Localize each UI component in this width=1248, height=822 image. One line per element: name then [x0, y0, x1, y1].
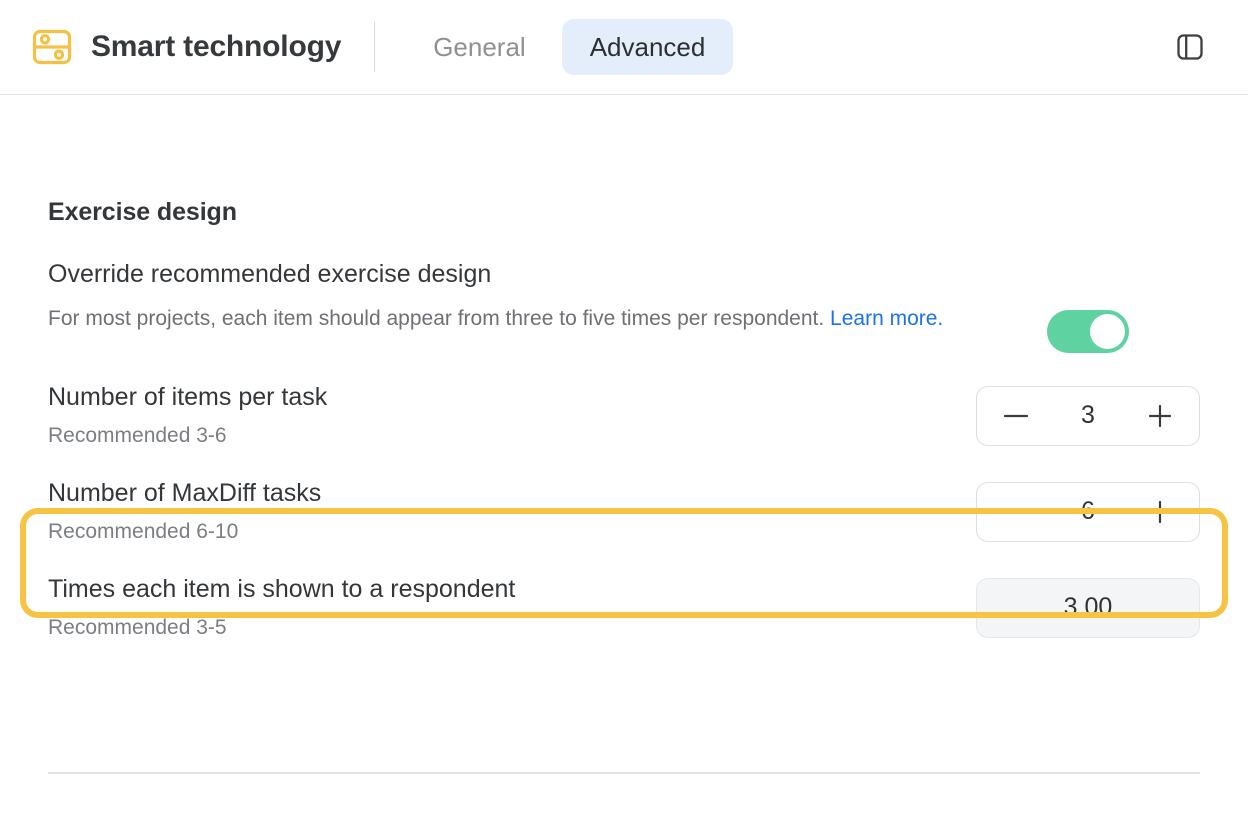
- setting-row-items-per-task: Number of items per task Recommended 3-6…: [48, 353, 1200, 449]
- items-per-task-value: 3: [1081, 401, 1095, 429]
- app-title: Smart technology: [91, 30, 342, 63]
- learn-more-link[interactable]: Learn more.: [830, 307, 943, 330]
- setting-row-times-shown: Times each item is shown to a respondent…: [48, 545, 1200, 641]
- settings-content: Exercise design Override recommended exe…: [0, 95, 1248, 641]
- sidebar-panel-icon[interactable]: [1168, 25, 1212, 69]
- tab-advanced[interactable]: Advanced: [561, 18, 734, 76]
- items-per-task-stepper: 3: [976, 385, 1200, 446]
- toggle-knob: [1090, 314, 1125, 349]
- app-window: Smart technology General Advanced Exerci…: [0, 0, 1248, 822]
- setting-title: Times each item is shown to a respondent: [48, 575, 516, 604]
- brand: Smart technology: [30, 25, 341, 69]
- plus-icon[interactable]: [1143, 495, 1177, 529]
- override-row: Override recommended exercise design For…: [48, 227, 1200, 353]
- header-divider: [374, 22, 376, 72]
- setting-text-block: Number of MaxDiff tasks Recommended 6-10: [48, 478, 976, 545]
- override-toggle-switch[interactable]: [1047, 310, 1129, 353]
- minus-icon[interactable]: [999, 495, 1033, 529]
- setting-control: 6: [976, 481, 1200, 542]
- maxdiff-tasks-stepper: 6: [976, 481, 1200, 542]
- setting-row-maxdiff-tasks: Number of MaxDiff tasks Recommended 6-10…: [48, 449, 1200, 545]
- minus-icon[interactable]: [999, 399, 1033, 433]
- server-rack-icon: [30, 25, 74, 69]
- bottom-divider: [48, 772, 1200, 774]
- setting-title: Number of MaxDiff tasks: [48, 479, 322, 508]
- page-title: Exercise design: [48, 198, 237, 226]
- setting-control: 3.00: [976, 577, 1200, 638]
- setting-text-block: Times each item is shown to a respondent…: [48, 574, 976, 641]
- times-shown-value: 3.00: [976, 577, 1200, 638]
- setting-text-block: Number of items per task Recommended 3-6: [48, 382, 976, 449]
- override-label: Override recommended exercise design: [48, 260, 492, 288]
- setting-subtitle: Recommended 3-6: [48, 423, 227, 447]
- override-description: For most projects, each item should appe…: [48, 303, 976, 335]
- setting-subtitle: Recommended 3-5: [48, 615, 227, 639]
- override-control: [976, 258, 1200, 353]
- override-description-text: For most projects, each item should appe…: [48, 307, 831, 330]
- plus-icon[interactable]: [1143, 399, 1177, 433]
- setting-control: 3: [976, 385, 1200, 446]
- tab-bar: General Advanced: [405, 18, 734, 76]
- maxdiff-tasks-value: 6: [1081, 497, 1095, 525]
- app-header: Smart technology General Advanced: [0, 0, 1248, 95]
- tab-general[interactable]: General: [405, 19, 554, 76]
- setting-subtitle: Recommended 6-10: [48, 519, 239, 543]
- override-text-block: Override recommended exercise design For…: [48, 258, 976, 335]
- setting-title: Number of items per task: [48, 383, 328, 412]
